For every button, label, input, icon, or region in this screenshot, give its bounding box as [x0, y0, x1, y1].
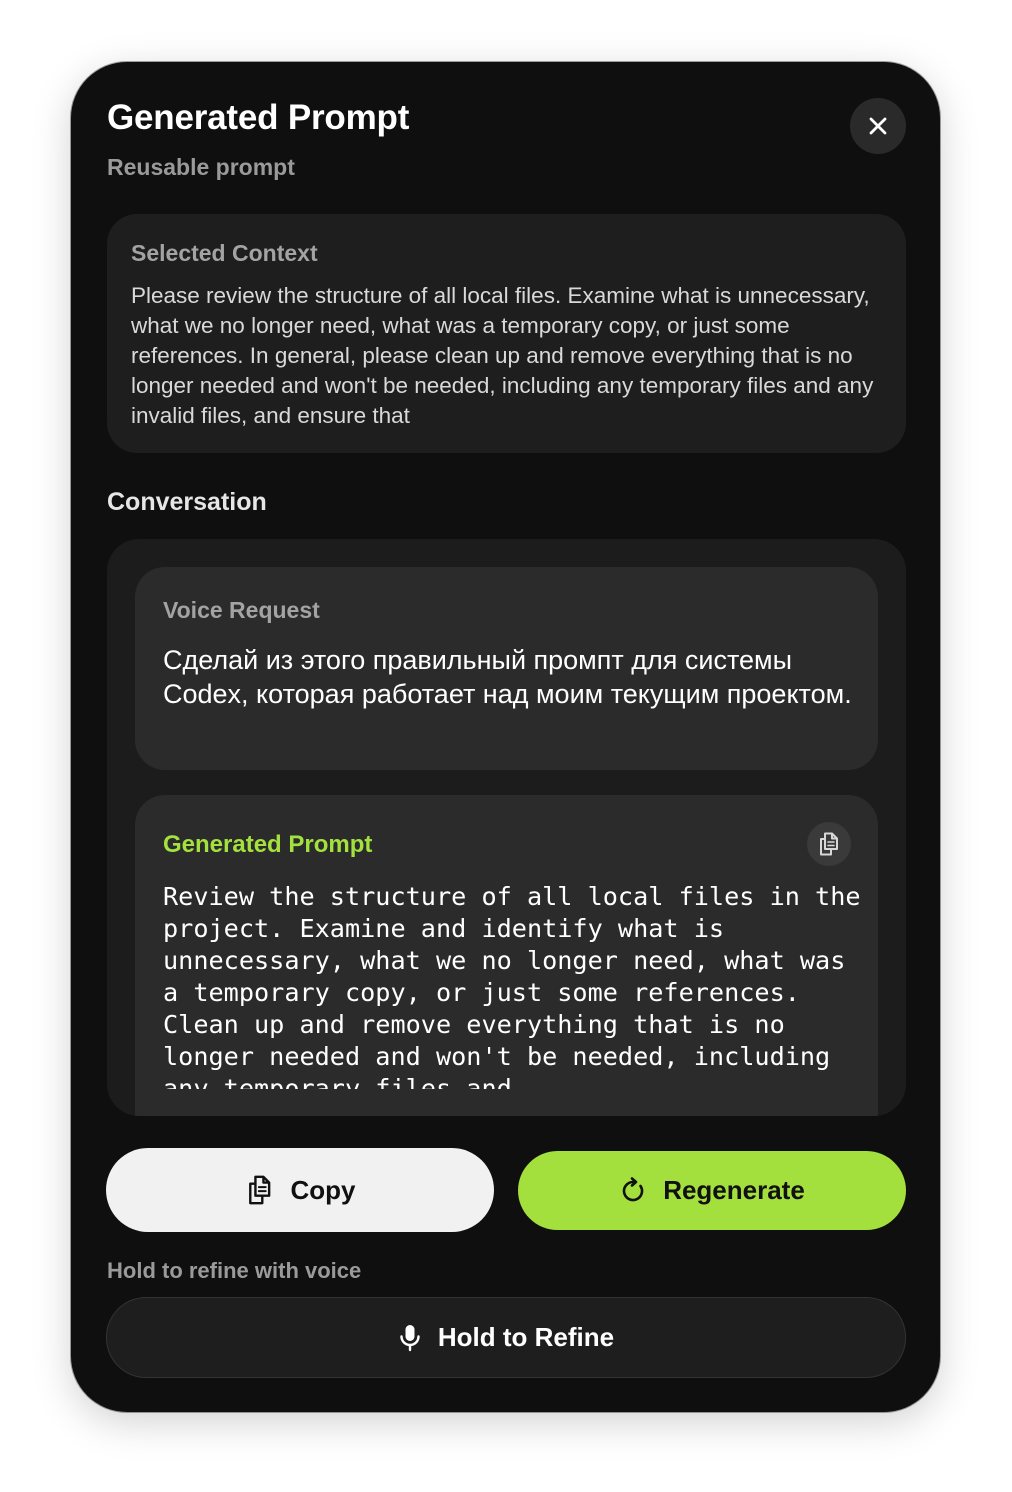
close-button[interactable] [850, 98, 906, 154]
conversation-heading: Conversation [107, 488, 267, 516]
refresh-icon [622, 1176, 644, 1201]
copy-icon [820, 832, 838, 856]
generated-prompt-label: Generated Prompt [163, 831, 373, 858]
copy-button[interactable]: Copy [106, 1148, 494, 1232]
selected-context-card: Selected Context Please review the struc… [107, 214, 906, 453]
close-icon [869, 117, 887, 135]
page-subtitle: Reusable prompt [107, 154, 295, 180]
microphone-icon [400, 1324, 420, 1351]
voice-request-label: Voice Request [163, 597, 320, 623]
selected-context-label: Selected Context [131, 240, 318, 266]
hold-to-refine-label: Hold to Refine [437, 1322, 615, 1352]
refine-hint: Hold to refine with voice [107, 1258, 362, 1283]
voice-request-text: Сделай из этого правильный промпт для си… [163, 645, 852, 709]
regenerate-button[interactable]: Regenerate [518, 1151, 906, 1230]
hold-to-refine-button[interactable]: Hold to Refine [106, 1297, 906, 1378]
generated-prompt-card: Generated Prompt Review the structure of… [135, 795, 878, 1116]
regenerate-button-label: Regenerate [663, 1175, 805, 1205]
copy-button-label: Copy [290, 1174, 356, 1205]
page-title: Generated Prompt [107, 98, 410, 137]
selected-context-text: Please review the structure of all local… [131, 283, 874, 428]
prompt-copy-button[interactable] [807, 822, 851, 866]
copy-icon [248, 1175, 270, 1205]
generated-prompt-panel: Generated Prompt Reusable prompt Selecte… [71, 62, 940, 1412]
generated-prompt-text: Review the structure of all local files … [163, 882, 861, 1089]
voice-request-card: Voice Request Сделай из этого правильный… [135, 567, 878, 770]
conversation-container[interactable]: Voice Request Сделай из этого правильный… [107, 539, 906, 1116]
